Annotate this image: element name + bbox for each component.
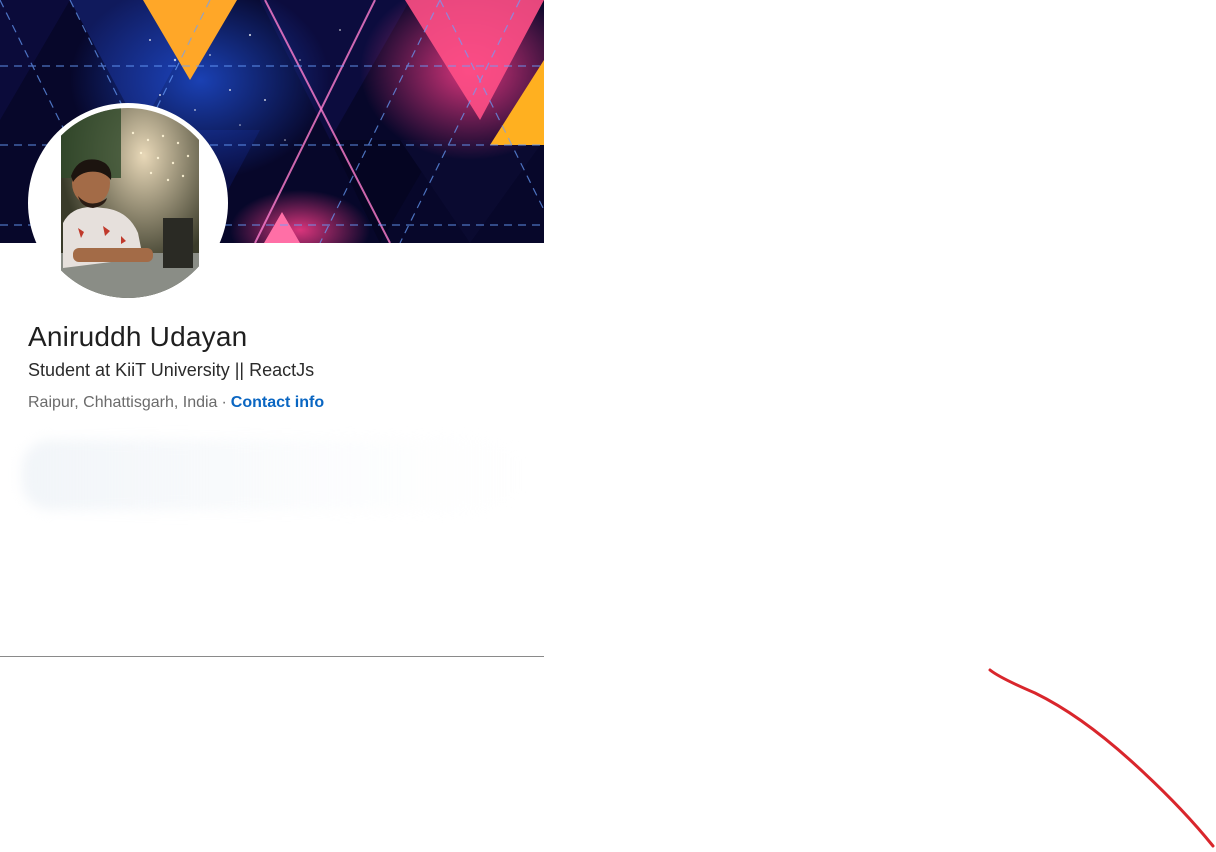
avatar[interactable] [33,108,223,298]
location-row: Raipur, Chhattisgarh, India · Contact info [28,391,324,415]
profile-name: Aniruddh Udayan [28,321,248,352]
profile-location: Raipur, Chhattisgarh, India [28,394,218,411]
profile-card: Aniruddh Udayan Student at KiiT Universi… [0,0,544,657]
contact-info-link[interactable]: Contact info [231,394,324,411]
location-separator: · [221,394,227,411]
avatar-photo [33,108,223,298]
faded-action-area [22,440,522,510]
profile-headline: Student at KiiT University || ReactJs [28,360,315,380]
